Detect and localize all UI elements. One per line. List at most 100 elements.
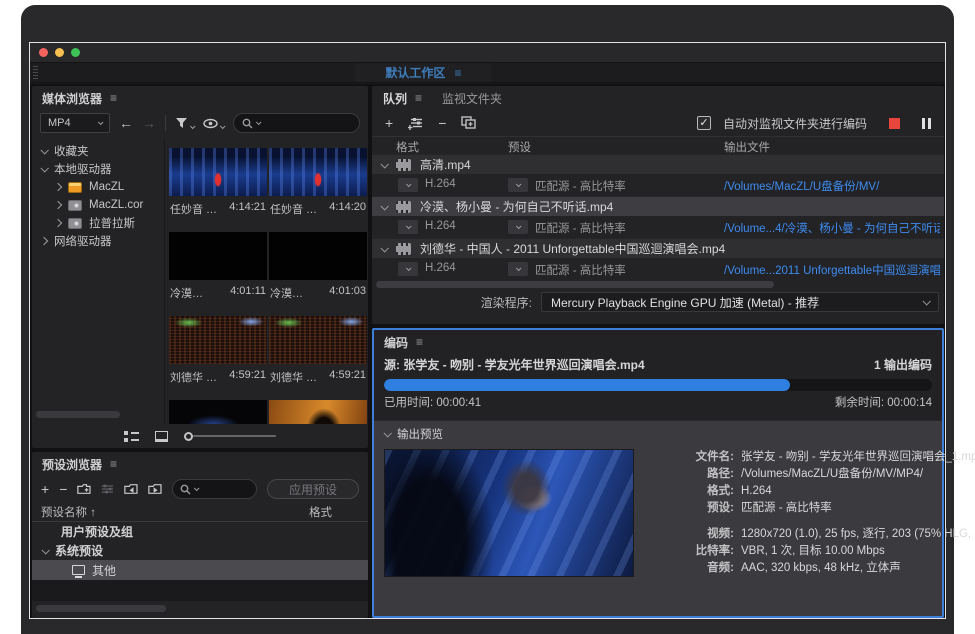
preset-dropdown[interactable] — [508, 220, 528, 234]
horizontal-scrollbar[interactable] — [376, 281, 774, 288]
panel-menu-icon[interactable]: ≡ — [416, 335, 423, 349]
preset-search-input[interactable] — [172, 479, 257, 499]
chevron-right-icon[interactable] — [54, 183, 62, 191]
preset-dropdown[interactable] — [508, 262, 528, 276]
tree-item-favorites[interactable]: 收藏夹 — [32, 142, 164, 160]
video-thumbnail-image[interactable] — [269, 232, 367, 280]
tab-watch-folders[interactable]: 监视文件夹 — [442, 90, 502, 107]
panel-menu-icon[interactable]: ≡ — [110, 457, 117, 471]
format-column-header[interactable]: 格式 — [396, 139, 419, 155]
list-view-icon[interactable] — [124, 430, 139, 442]
queue-output-row[interactable]: H.264 匹配源 - 高比特率 /Volume...4/冷漠、杨小曼 - 为何… — [372, 216, 944, 238]
preset-settings-button[interactable] — [101, 483, 114, 495]
tree-item-maczl[interactable]: MacZL — [32, 178, 164, 196]
output-preview-header[interactable]: 输出预览 — [384, 426, 932, 442]
job-output-link[interactable]: /Volume...2011 Unforgettable中国巡迴演唱会 — [724, 262, 940, 278]
tree-item-maczl-com[interactable]: MacZL.cor — [32, 196, 164, 214]
thumbnail-view-icon[interactable] — [155, 431, 168, 442]
tree-item-laplace[interactable]: 拉普拉斯 — [32, 214, 164, 232]
video-thumbnail-image[interactable] — [269, 400, 367, 424]
close-window-button[interactable] — [39, 48, 48, 57]
chevron-down-icon[interactable] — [380, 202, 388, 210]
add-output-button[interactable] — [408, 117, 423, 130]
media-thumbnail[interactable]: 刘德华 …4:59:21 — [169, 316, 267, 385]
queue-job-row[interactable]: 高清.mp4 — [372, 154, 944, 174]
chevron-down-icon[interactable] — [383, 429, 391, 437]
media-thumbnail[interactable]: 任妙音 …4:14:21 — [169, 148, 267, 217]
preset-column-header[interactable]: 预设 — [508, 139, 531, 155]
video-thumbnail-image[interactable] — [169, 316, 267, 364]
tree-item-local-drives[interactable]: 本地驱动器 — [32, 160, 164, 178]
remove-preset-button[interactable]: − — [59, 482, 67, 496]
format-dropdown[interactable] — [398, 262, 418, 276]
tree-item-network-drives[interactable]: 网络驱动器 — [32, 232, 164, 250]
chevron-right-icon[interactable] — [40, 237, 48, 245]
video-thumbnail-image[interactable] — [169, 232, 267, 280]
tab-queue[interactable]: 队列 ≡ — [383, 90, 422, 107]
media-thumbnail[interactable]: 冷漠…4:01:03 — [269, 232, 367, 301]
job-preset[interactable]: 匹配源 - 高比特率 — [535, 220, 626, 236]
chevron-down-icon[interactable] — [40, 164, 48, 172]
chevron-right-icon[interactable] — [54, 219, 62, 227]
renderer-dropdown[interactable]: Mercury Playback Engine GPU 加速 (Metal) -… — [541, 292, 939, 312]
job-output-link[interactable]: /Volumes/MacZL/U盘备份/MV/ — [724, 178, 940, 194]
video-thumbnail-image[interactable] — [169, 148, 267, 196]
job-output-link[interactable]: /Volume...4/冷漠、杨小曼 - 为何自己不听话 — [724, 220, 940, 236]
media-search-input[interactable] — [233, 113, 360, 133]
workspace-tab[interactable]: 默认工作区 ≡ — [355, 63, 491, 82]
preset-format-column[interactable]: 格式 — [309, 504, 358, 520]
export-preset-button[interactable] — [148, 483, 162, 495]
minimize-window-button[interactable] — [55, 48, 64, 57]
add-source-button[interactable]: + — [385, 116, 393, 130]
queue-job-row-selected[interactable]: 冷漠、杨小曼 - 为何自己不听话.mp4 — [372, 196, 944, 216]
job-format[interactable]: H.264 — [425, 178, 456, 190]
format-dropdown[interactable] — [398, 220, 418, 234]
video-thumbnail-image[interactable] — [169, 400, 267, 424]
queue-job-row[interactable]: 刘德华 - 中国人 - 2011 Unforgettable中国巡迴演唱会.mp… — [372, 238, 944, 258]
job-format[interactable]: H.264 — [425, 220, 456, 232]
auto-encode-checkbox[interactable]: ✓ — [697, 116, 711, 130]
apply-preset-button[interactable]: 应用预设 — [267, 479, 359, 499]
preset-row-system-presets[interactable]: 系统预设 — [32, 541, 368, 560]
media-thumbnail[interactable] — [169, 400, 267, 424]
filter-funnel-button[interactable] — [175, 117, 194, 129]
file-type-filter-dropdown[interactable]: MP4 — [40, 113, 110, 133]
panel-menu-icon[interactable]: ≡ — [110, 91, 117, 105]
horizontal-scrollbar[interactable] — [36, 411, 120, 418]
stop-encoding-button[interactable] — [889, 118, 900, 129]
forward-button[interactable]: → — [142, 116, 156, 130]
job-format[interactable]: H.264 — [425, 262, 456, 274]
queue-output-row[interactable]: H.264 匹配源 - 高比特率 /Volume...2011 Unforget… — [372, 258, 944, 280]
media-thumbnail[interactable]: 刘德华 …4:59:21 — [269, 316, 367, 385]
slider-knob[interactable] — [184, 432, 193, 441]
add-preset-button[interactable]: + — [41, 482, 49, 496]
horizontal-scrollbar[interactable] — [36, 605, 166, 612]
new-preset-group-button[interactable] — [77, 483, 91, 495]
preset-name-column[interactable]: 预设名称 ↑ — [41, 504, 96, 520]
output-file-column-header[interactable]: 输出文件 — [724, 139, 770, 155]
job-preset[interactable]: 匹配源 - 高比特率 — [535, 178, 626, 194]
chevron-down-icon[interactable] — [40, 146, 48, 154]
video-thumbnail-image[interactable] — [269, 148, 367, 196]
back-button[interactable]: ← — [119, 116, 133, 130]
queue-output-row[interactable]: H.264 匹配源 - 高比特率 /Volumes/MacZL/U盘备份/MV/ — [372, 174, 944, 196]
chevron-down-icon[interactable] — [380, 244, 388, 252]
panel-menu-icon[interactable]: ≡ — [415, 91, 422, 105]
preset-row-other-selected[interactable]: 其他 — [32, 560, 368, 580]
view-options-eye-button[interactable] — [203, 118, 224, 129]
format-dropdown[interactable] — [398, 178, 418, 192]
video-thumbnail-image[interactable] — [269, 316, 367, 364]
duplicate-job-button[interactable] — [461, 116, 477, 130]
import-preset-button[interactable] — [124, 483, 138, 495]
media-thumbnail[interactable]: 冷漠…4:01:11 — [169, 232, 267, 301]
media-thumbnail[interactable]: 任妙音 …4:14:20 — [269, 148, 367, 217]
chevron-down-icon[interactable] — [41, 546, 49, 554]
preset-row-user-presets[interactable]: 用户预设及组 — [32, 522, 368, 541]
job-preset[interactable]: 匹配源 - 高比特率 — [535, 262, 626, 278]
chevron-right-icon[interactable] — [54, 201, 62, 209]
thumbnail-size-slider[interactable] — [184, 432, 276, 441]
preset-column-header[interactable]: 预设名称 ↑ 格式 — [32, 502, 368, 522]
media-thumbnail[interactable] — [269, 400, 367, 424]
workspace-menu-icon[interactable]: ≡ — [454, 66, 461, 80]
remove-job-button[interactable]: − — [438, 116, 446, 130]
